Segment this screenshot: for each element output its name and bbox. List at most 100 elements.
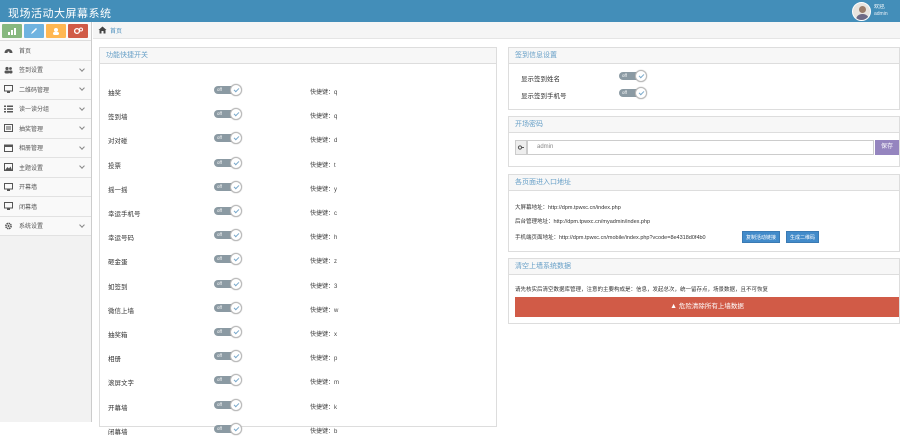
signin-row-label: 显示签到姓名: [521, 76, 560, 83]
save-password-button[interactable]: 保存: [875, 140, 899, 155]
sidebar-item-signin[interactable]: 签到设置: [0, 60, 91, 80]
signin-name-toggle[interactable]: off: [619, 70, 647, 82]
sidebar-item-label: 二维码管理: [19, 87, 50, 94]
switch-row: 滚屏文字 off 快捷键：m: [100, 372, 496, 392]
copy-link-button[interactable]: 复制活动链接: [742, 231, 781, 243]
calendar-icon: [4, 144, 13, 152]
shortcut-key: 快捷键：p: [310, 356, 338, 363]
mobile-url[interactable]: 手机端页面地址：http://dpm.tpwxc.cn/mobile/index…: [515, 233, 747, 241]
breadcrumb-home[interactable]: 首页: [110, 26, 122, 35]
toggle-knob: [230, 132, 242, 145]
desktop-icon: [4, 182, 13, 191]
feature-toggle[interactable]: off: [214, 84, 242, 96]
user-greeting[interactable]: 欢迎,: [874, 4, 900, 10]
list-icon: [4, 105, 13, 113]
switch-label: 幸运手机号: [108, 211, 141, 218]
users-icon: [4, 66, 13, 74]
shortcut-key: 快捷键：w: [310, 307, 339, 314]
signin-phone-toggle[interactable]: off: [619, 87, 647, 99]
group-icon[interactable]: [46, 24, 66, 38]
desktop-icon: [4, 202, 13, 211]
feature-toggle[interactable]: off: [214, 350, 242, 363]
password-panel-title: 开场密码: [509, 117, 899, 133]
toggle-knob: [230, 156, 242, 169]
feature-toggle[interactable]: off: [214, 398, 242, 411]
feature-toggle[interactable]: off: [214, 132, 242, 145]
switch-row: 开幕墙 off 快捷键：k: [100, 397, 496, 417]
screen-url[interactable]: 大屏幕地址：http://dpm.tpwxc.cn/index.php: [515, 203, 621, 211]
switch-row: 签到墙 off 快捷键：q: [100, 106, 496, 126]
sidebar-item-label: 首页: [19, 48, 32, 55]
top-navbar: 现场活动大屏幕系统 欢迎, admin: [0, 0, 900, 22]
switch-row: 幸运号码 off 快捷键：h: [100, 227, 496, 247]
password-input[interactable]: admin: [527, 140, 874, 155]
feature-toggle[interactable]: off: [214, 301, 242, 314]
avatar[interactable]: [852, 2, 871, 21]
sidebar-item-system[interactable]: 系统设置: [0, 216, 91, 236]
sidebar-item-opening-wall[interactable]: 开幕墙: [0, 177, 91, 197]
sidebar-item-group[interactable]: 读一读分组: [0, 99, 91, 119]
toggle-knob: [230, 350, 242, 363]
toggle-knob: [230, 277, 242, 290]
clear-data-button[interactable]: ▲ 危险清除所有上墙数据: [515, 297, 899, 317]
clear-panel: 清空上墙系统数据 请先核实后清空数据库管理，注意的主要构成是：信息，发起总次，统…: [508, 258, 900, 324]
switch-label: 幸运号码: [108, 235, 134, 243]
switch-label: 砸金蛋: [108, 259, 128, 267]
cogs-icon[interactable]: [68, 24, 88, 38]
feature-toggle[interactable]: off: [214, 326, 242, 338]
sidebar-nav: 首页 签到设置 二维码管理 读一读分组 抽奖管理 相册管理 主题设置 开幕墙 闭…: [0, 41, 91, 236]
toggle-knob: [230, 422, 242, 435]
chevron-down-icon: [79, 124, 85, 130]
sidebar-item-closing-wall[interactable]: 闭幕墙: [0, 197, 91, 217]
feature-toggle[interactable]: off: [214, 205, 242, 217]
signal-icon[interactable]: [2, 24, 22, 38]
picture-icon: [4, 163, 13, 172]
app-title: 现场活动大屏幕系统: [8, 8, 112, 20]
switch-label: 相册: [108, 356, 121, 364]
sidebar-item-lottery[interactable]: 抽奖管理: [0, 119, 91, 139]
feature-toggle[interactable]: off: [214, 374, 242, 387]
pencil-icon[interactable]: [24, 24, 44, 38]
sidebar-item-label: 闭幕墙: [19, 204, 38, 211]
switch-label: 抽奖箱: [108, 332, 128, 339]
feature-toggle[interactable]: off: [214, 180, 242, 193]
shortcut-key: 快捷键：k: [310, 404, 338, 411]
feature-toggle[interactable]: off: [214, 253, 242, 266]
key-icon: [515, 140, 527, 155]
feature-toggle[interactable]: off: [214, 156, 242, 169]
switch-row: 砸金蛋 off 快捷键：z: [100, 251, 496, 271]
switch-label: 抽奖: [108, 90, 121, 97]
sidebar-item-qrcode[interactable]: 二维码管理: [0, 80, 91, 100]
feature-toggle[interactable]: off: [214, 108, 242, 121]
shortcut-key: 快捷键：q: [310, 114, 338, 121]
toggle-knob: [230, 374, 242, 387]
shortcut-key: 快捷键：b: [310, 428, 338, 435]
feature-toggle[interactable]: off: [214, 422, 242, 435]
sidebar-item-label: 系统设置: [19, 224, 44, 231]
switch-label: 开幕墙: [108, 404, 128, 412]
chevron-down-icon: [79, 65, 85, 72]
sidebar-item-home[interactable]: 首页: [0, 41, 91, 61]
chevron-down-icon: [79, 163, 85, 169]
switch-label: 投票: [108, 162, 121, 170]
feature-toggle[interactable]: off: [214, 277, 242, 290]
toggle-knob: [230, 205, 242, 217]
generate-qr-button[interactable]: 生成二维码: [786, 231, 820, 243]
switch-row: 摇一摇 off 快捷键：y: [100, 179, 496, 199]
signin-panel-title: 签到信息设置: [509, 48, 899, 64]
sidebar-item-album[interactable]: 相册管理: [0, 138, 91, 158]
chevron-down-icon: [79, 143, 85, 150]
desktop-icon: [4, 85, 13, 94]
user-name[interactable]: admin: [874, 11, 900, 17]
switch-row: 幸运手机号 off 快捷键：c: [100, 203, 496, 223]
feature-toggle[interactable]: off: [214, 229, 242, 242]
sidebar-item-theme[interactable]: 主题设置: [0, 158, 91, 178]
toggle-knob: [230, 301, 242, 314]
home-icon: [98, 26, 107, 34]
shortcut-key: 快捷键：y: [310, 186, 338, 193]
chevron-down-icon: [79, 221, 85, 228]
shortcut-key: 快捷键：3: [310, 283, 338, 290]
clear-data-button-label: 危险清除所有上墙数据: [678, 303, 744, 310]
gear-icon: [4, 222, 13, 230]
admin-url[interactable]: 后台管理地址：http://dpm.tpwxc.cn/myadmin/index…: [515, 217, 650, 225]
